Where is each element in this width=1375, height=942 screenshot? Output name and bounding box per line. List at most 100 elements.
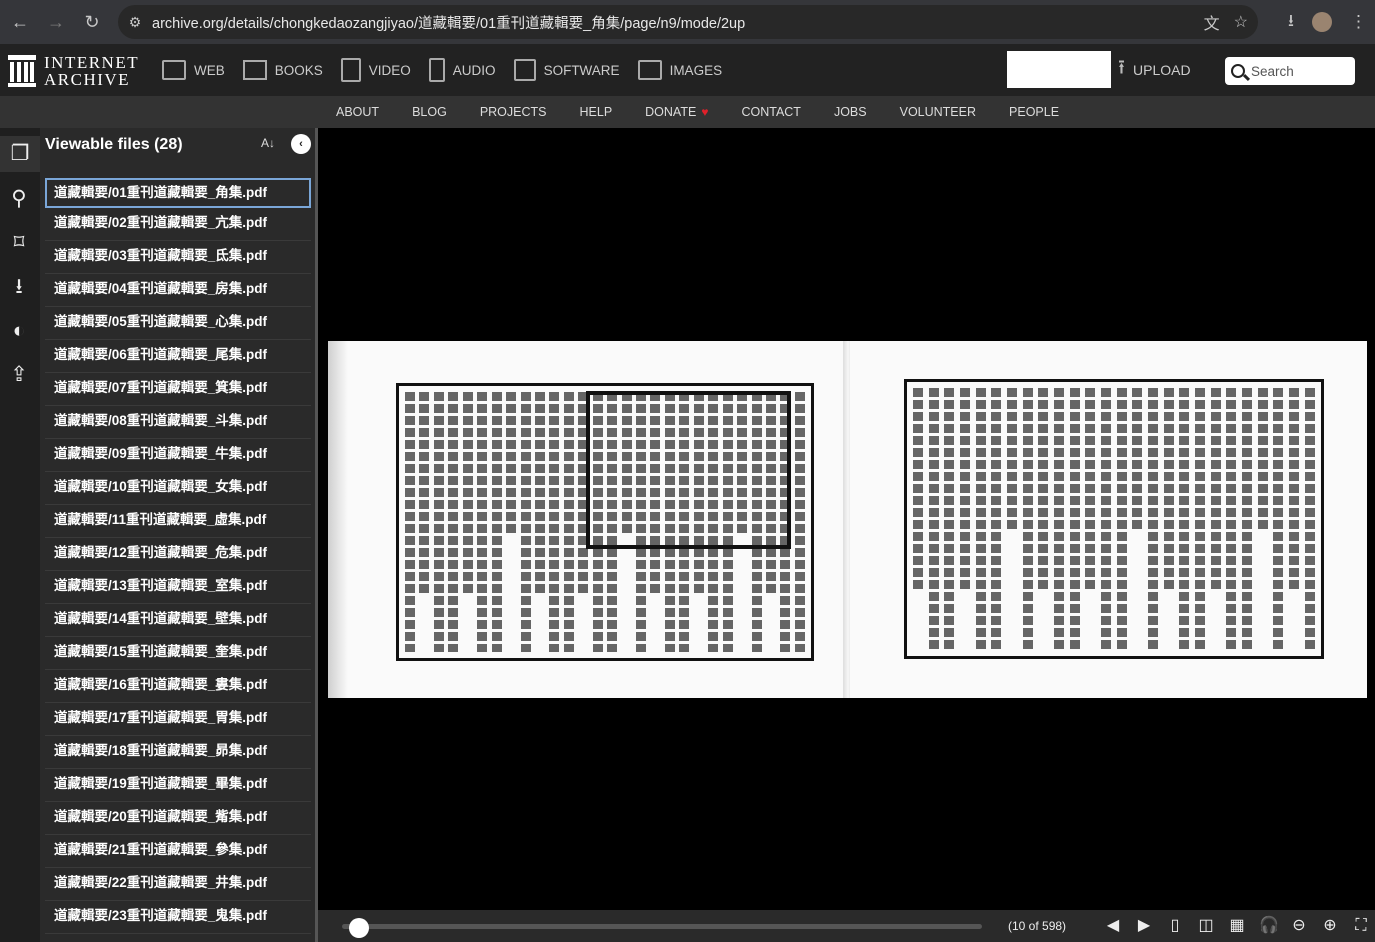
file-list-item[interactable]: 道藏輯要/12重刊道藏輯要_危集.pdf	[45, 538, 311, 571]
file-list-item[interactable]: 道藏輯要/13重刊道藏輯要_室集.pdf	[45, 571, 311, 604]
image-icon	[637, 60, 662, 80]
read-aloud-icon[interactable]: 🎧	[1259, 917, 1279, 935]
menu-audio[interactable]: AUDIO	[428, 58, 496, 82]
search-inside-icon[interactable]: ⚲	[6, 186, 32, 212]
reader-side-rail: ❐ ⚲ ⌑ ⭳ ◐ ⇪	[0, 128, 40, 942]
page-slider-handle[interactable]	[348, 918, 369, 938]
search-input[interactable]: Search	[1225, 57, 1355, 85]
scanned-text-column	[448, 392, 459, 652]
file-list-item[interactable]: 道藏輯要/06重刊道藏輯要_尾集.pdf	[45, 340, 311, 373]
file-list-item[interactable]: 道藏輯要/04重刊道藏輯要_房集.pdf	[45, 274, 311, 307]
scanned-text-column	[563, 392, 574, 652]
bookmark-icon[interactable]: ⌑	[6, 230, 32, 256]
internet-archive-logo[interactable]: INTERNET ARCHIVE	[8, 54, 139, 88]
scanned-text-column	[1038, 388, 1049, 593]
upload-icon: ⭱	[1118, 57, 1125, 79]
nav-about[interactable]: ABOUT	[336, 105, 379, 119]
scanned-text-column	[1273, 388, 1284, 650]
fullscreen-icon[interactable]: ⛶	[1352, 917, 1370, 935]
search-placeholder: Search	[1251, 63, 1294, 79]
account-area[interactable]	[1007, 51, 1111, 88]
one-page-view-icon[interactable]: ▯	[1166, 917, 1184, 935]
nav-help[interactable]: HELP	[580, 105, 613, 119]
bookmark-star-icon[interactable]: ☆	[1234, 12, 1248, 32]
file-list-item[interactable]: 道藏輯要/16重刊道藏輯要_婁集.pdf	[45, 670, 311, 703]
zoom-out-icon[interactable]: ⊖	[1290, 917, 1308, 935]
files-icon[interactable]: ❐	[0, 136, 40, 172]
file-list-item[interactable]: 道藏輯要/11重刊道藏輯要_虛集.pdf	[45, 505, 311, 538]
share-icon[interactable]: ⇪	[6, 362, 32, 388]
scanned-text-column	[1179, 388, 1190, 650]
menu-web-label: WEB	[194, 62, 225, 78]
scanned-text-column	[975, 388, 986, 650]
file-list-item[interactable]: 道藏輯要/09重刊道藏輯要_牛集.pdf	[45, 439, 311, 472]
menu-books[interactable]: BOOKS	[242, 60, 323, 80]
download-options-icon[interactable]: ⭳	[6, 274, 32, 300]
nav-volunteer[interactable]: VOLUNTEER	[900, 105, 976, 119]
reload-icon[interactable]: ↻	[74, 4, 110, 40]
nav-projects[interactable]: PROJECTS	[480, 105, 547, 119]
menu-audio-label: AUDIO	[452, 62, 496, 78]
scanned-text-column	[491, 392, 502, 652]
book-viewer[interactable]	[318, 128, 1375, 910]
file-list-item[interactable]: 道藏輯要/20重刊道藏輯要_觜集.pdf	[45, 802, 311, 835]
two-page-view-icon[interactable]: ◫	[1197, 917, 1215, 935]
thumbnail-view-icon[interactable]: ▦	[1228, 917, 1246, 935]
file-list-item[interactable]: 道藏輯要/02重刊道藏輯要_亢集.pdf	[45, 208, 311, 241]
nav-jobs[interactable]: JOBS	[834, 105, 867, 119]
file-list-item[interactable]: 道藏輯要/08重刊道藏輯要_斗集.pdf	[45, 406, 311, 439]
scanned-text-column	[405, 392, 415, 652]
scanned-text-column	[991, 388, 1002, 650]
browser-menu-icon[interactable]: ⋮	[1350, 12, 1367, 32]
media-menu: WEB BOOKS VIDEO AUDIO SOFTWARE IMAGES	[162, 44, 722, 96]
two-page-spread[interactable]	[328, 341, 1367, 698]
scanned-text-column	[1242, 388, 1253, 650]
file-list-item[interactable]: 道藏輯要/18重刊道藏輯要_昴集.pdf	[45, 736, 311, 769]
next-page-icon[interactable]: ▶	[1135, 917, 1153, 935]
right-page[interactable]	[850, 341, 1367, 698]
nav-people[interactable]: PEOPLE	[1009, 105, 1059, 119]
file-list-item[interactable]: 道藏輯要/14重刊道藏輯要_壁集.pdf	[45, 604, 311, 637]
file-list-item[interactable]: 道藏輯要/23重刊道藏輯要_鬼集.pdf	[45, 901, 311, 934]
file-list-item[interactable]: 道藏輯要/17重刊道藏輯要_胃集.pdf	[45, 703, 311, 736]
profile-avatar[interactable]	[1312, 12, 1332, 32]
site-settings-icon[interactable]: ⚙	[118, 14, 152, 31]
file-list-item[interactable]: 道藏輯要/03重刊道藏輯要_氐集.pdf	[45, 241, 311, 274]
menu-images[interactable]: IMAGES	[637, 60, 722, 80]
zoom-in-icon[interactable]: ⊕	[1321, 917, 1339, 935]
url-text[interactable]: archive.org/details/chongkedaozangjiyao/…	[152, 12, 745, 33]
scanned-text-column	[1257, 388, 1268, 533]
back-icon[interactable]: ←	[2, 4, 38, 40]
nav-donate-label: DONATE	[645, 105, 697, 119]
file-list-item[interactable]: 道藏輯要/10重刊道藏輯要_女集.pdf	[45, 472, 311, 505]
address-bar[interactable]: ⚙ archive.org/details/chongkedaozangjiya…	[118, 5, 1258, 39]
menu-video[interactable]: VIDEO	[340, 58, 411, 82]
upload-button[interactable]: ⭱ UPLOAD	[1118, 44, 1191, 96]
file-list-item[interactable]: 道藏輯要/01重刊道藏輯要_角集.pdf	[45, 178, 311, 208]
menu-software[interactable]: SOFTWARE	[513, 59, 620, 81]
visual-adjustment-icon[interactable]: ◐	[6, 318, 32, 344]
file-list-item[interactable]: 道藏輯要/22重刊道藏輯要_井集.pdf	[45, 868, 311, 901]
file-list-item[interactable]: 道藏輯要/15重刊道藏輯要_奎集.pdf	[45, 637, 311, 670]
left-page[interactable]	[328, 341, 847, 698]
file-list-item[interactable]: 道藏輯要/19重刊道藏輯要_畢集.pdf	[45, 769, 311, 802]
scanned-text-column	[913, 388, 923, 593]
file-list-item[interactable]: 道藏輯要/21重刊道藏輯要_參集.pdf	[45, 835, 311, 868]
forward-icon[interactable]: →	[38, 4, 74, 40]
nav-donate[interactable]: DONATE ♥	[645, 105, 708, 119]
sort-icon[interactable]: A↓	[261, 136, 275, 150]
menu-web[interactable]: WEB	[162, 60, 225, 80]
scanned-text-column	[1210, 388, 1221, 593]
page-slider[interactable]	[342, 924, 982, 929]
collapse-panel-icon[interactable]: ‹	[291, 134, 311, 154]
menu-books-label: BOOKS	[274, 62, 323, 78]
logo-line2: ARCHIVE	[44, 70, 131, 89]
previous-page-icon[interactable]: ◀	[1104, 917, 1122, 935]
nav-contact[interactable]: CONTACT	[741, 105, 801, 119]
nav-blog[interactable]: BLOG	[412, 105, 447, 119]
file-list-item[interactable]: 道藏輯要/05重刊道藏輯要_心集.pdf	[45, 307, 311, 340]
translate-icon[interactable]: 文	[1204, 10, 1220, 34]
download-icon[interactable]: ⭳	[1288, 8, 1294, 37]
browser-toolbar: ← → ↻ ⚙ archive.org/details/chongkedaoza…	[0, 0, 1375, 44]
file-list-item[interactable]: 道藏輯要/07重刊道藏輯要_箕集.pdf	[45, 373, 311, 406]
